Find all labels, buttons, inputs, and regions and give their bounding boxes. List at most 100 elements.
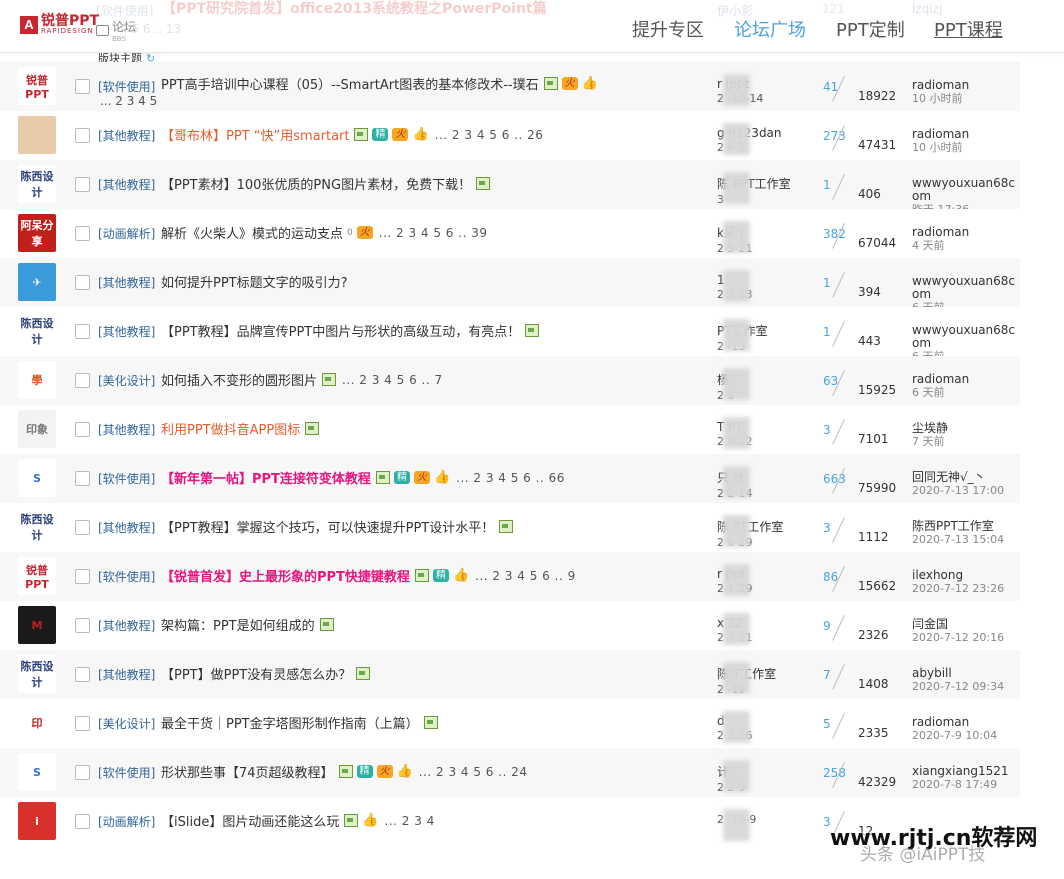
thread-checkbox[interactable] — [75, 471, 90, 486]
user-avatar[interactable]: 印 — [18, 704, 56, 742]
user-avatar[interactable]: 陈西设计 — [18, 655, 56, 693]
thread-category[interactable]: [其他教程] — [98, 666, 155, 683]
thread-title-link[interactable]: 【PPT教程】掌握这个技巧，可以快速提升PPT设计水平！ — [161, 517, 494, 536]
thread-category[interactable]: [其他教程] — [98, 421, 155, 438]
last-post-user[interactable]: radioman — [912, 715, 969, 729]
thread-title-link[interactable]: PPT高手培训中心课程（05）--SmartArt图表的基本修改术--璞石 — [161, 74, 539, 93]
thread-category[interactable]: [其他教程] — [98, 176, 155, 193]
thread-title-link[interactable]: 如何插入不变形的圆形图片 — [161, 370, 317, 389]
reply-count[interactable]: 7 — [823, 668, 831, 682]
last-post-time[interactable]: 10 小时前 — [912, 141, 1017, 154]
thread-category[interactable]: [美化设计] — [98, 372, 155, 389]
user-avatar[interactable]: i — [18, 802, 56, 840]
thread-title-link[interactable]: 解析《火柴人》模式的运动支点 — [161, 223, 343, 242]
nav-boost[interactable]: 提升专区 — [632, 16, 704, 42]
user-avatar[interactable]: 陈西设计 — [18, 312, 56, 350]
thread-title-link[interactable]: 【新年第一帖】PPT连接符变体教程 — [161, 468, 371, 487]
thread-title-link[interactable]: 架构篇：PPT是如何组成的 — [161, 615, 315, 634]
reply-count[interactable]: 5 — [823, 717, 831, 731]
last-post-time[interactable]: 2020-7-13 15:04 — [912, 533, 1017, 546]
thread-pagination[interactable]: ... 2 3 4 5 6 .. 39 — [379, 226, 488, 240]
last-post-user[interactable]: radioman — [912, 372, 969, 386]
thread-category[interactable]: [其他教程] — [98, 617, 155, 634]
last-post-time[interactable]: 10 小时前 — [912, 92, 1017, 105]
last-post-user[interactable]: xiangxiang1521 — [912, 764, 1009, 778]
thread-title-link[interactable]: 利用PPT做抖音APP图标 — [161, 419, 300, 438]
thread-title-link[interactable]: 如何提升PPT标题文字的吸引力? — [161, 272, 348, 291]
reply-count[interactable]: 1 — [823, 276, 831, 290]
thread-category[interactable]: [其他教程] — [98, 127, 155, 144]
thread-checkbox[interactable] — [75, 814, 90, 829]
last-post-user[interactable]: ilexhong — [912, 568, 963, 582]
user-avatar[interactable]: 锐普PPT — [18, 557, 56, 595]
thread-checkbox[interactable] — [75, 422, 90, 437]
user-avatar[interactable] — [18, 116, 56, 154]
last-post-user[interactable]: radioman — [912, 127, 969, 141]
thread-category[interactable]: [软件使用] — [98, 470, 155, 487]
user-avatar[interactable]: 阿呆分享 — [18, 214, 56, 252]
thread-title-link[interactable]: 【PPT】做PPT没有灵感怎么办？ — [161, 664, 351, 683]
user-avatar[interactable]: 锐普PPT — [18, 67, 56, 105]
reply-count[interactable]: 1 — [823, 325, 831, 339]
last-post-time[interactable]: 2020-7-12 20:16 — [912, 631, 1017, 644]
thread-checkbox[interactable] — [75, 128, 90, 143]
thread-category[interactable]: [动画解析] — [98, 225, 155, 242]
thread-checkbox[interactable] — [75, 324, 90, 339]
user-avatar[interactable]: 陈西设计 — [18, 508, 56, 546]
nav-forum-square[interactable]: 论坛广场 — [734, 16, 806, 42]
user-avatar[interactable]: ✈ — [18, 263, 56, 301]
last-post-user[interactable]: 闫金国 — [912, 617, 948, 631]
thread-pagination[interactable]: ... 2 3 4 5 6 .. 24 — [419, 765, 528, 779]
thread-category[interactable]: [软件使用] — [98, 78, 155, 95]
last-post-user[interactable]: wwwyouxuan68com — [912, 274, 1015, 301]
thread-category[interactable]: [其他教程] — [98, 519, 155, 536]
reply-count[interactable]: 3 — [823, 521, 831, 535]
thread-checkbox[interactable] — [75, 226, 90, 241]
thread-checkbox[interactable] — [75, 716, 90, 731]
thread-checkbox[interactable] — [75, 79, 90, 94]
thread-title-link[interactable]: 【PPT素材】100张优质的PNG图片素材，免费下载！ — [161, 174, 471, 193]
thread-title-link[interactable]: 【iSlide】图片动画还能这么玩 — [161, 811, 339, 830]
thread-category[interactable]: [其他教程] — [98, 323, 155, 340]
reply-count[interactable]: 3 — [823, 423, 831, 437]
thread-category[interactable]: [其他教程] — [98, 274, 155, 291]
last-post-user[interactable]: abybill — [912, 666, 952, 680]
thread-checkbox[interactable] — [75, 520, 90, 535]
thread-checkbox[interactable] — [75, 569, 90, 584]
user-avatar[interactable]: M — [18, 606, 56, 644]
thread-pagination[interactable]: ... 2 3 4 5 6 .. 7 — [342, 373, 443, 387]
thread-checkbox[interactable] — [75, 275, 90, 290]
last-post-user[interactable]: wwwyouxuan68com — [912, 323, 1015, 350]
thread-category[interactable]: [软件使用] — [98, 568, 155, 585]
last-post-user[interactable]: radioman — [912, 225, 969, 239]
last-post-time[interactable]: 2020-7-13 17:00 — [912, 484, 1017, 497]
thread-pagination[interactable]: ... 2 3 4 5 6 .. 9 — [475, 569, 576, 583]
last-post-time[interactable]: 2020-7-12 09:34 — [912, 680, 1017, 693]
thread-title-link[interactable]: 形状那些事【74页超级教程】 — [161, 762, 334, 781]
reply-count[interactable]: 9 — [823, 619, 831, 633]
thread-pagination[interactable]: ... 2 3 4 — [385, 814, 435, 828]
thread-pagination[interactable]: ... 2 3 4 5 — [100, 94, 157, 108]
user-avatar[interactable]: S — [18, 753, 56, 791]
thread-category[interactable]: [动画解析] — [98, 813, 155, 830]
user-avatar[interactable]: 陈西设计 — [18, 165, 56, 203]
last-post-time[interactable]: 2020-7-8 17:49 — [912, 778, 1017, 791]
thread-title-link[interactable]: 最全干货｜PPT金字塔图形制作指南（上篇） — [161, 713, 419, 732]
reply-count[interactable]: 1 — [823, 178, 831, 192]
thread-category[interactable]: [软件使用] — [98, 764, 155, 781]
last-post-time[interactable]: 4 天前 — [912, 239, 1017, 252]
thread-pagination[interactable]: ... 2 3 4 5 6 .. 26 — [435, 128, 544, 142]
last-post-time[interactable]: 7 天前 — [912, 435, 1017, 448]
last-post-time[interactable]: 2020-7-12 23:26 — [912, 582, 1017, 595]
thread-title-link[interactable]: 【锐普首发】史上最形象的PPT快捷键教程 — [161, 566, 410, 585]
thread-checkbox[interactable] — [75, 667, 90, 682]
last-post-user[interactable]: 陈西PPT工作室 — [912, 519, 994, 533]
user-avatar[interactable]: 學 — [18, 361, 56, 399]
thread-checkbox[interactable] — [75, 765, 90, 780]
nav-ppt-course[interactable]: PPT课程 — [934, 16, 1003, 42]
thread-checkbox[interactable] — [75, 618, 90, 633]
last-post-time[interactable]: 2020-7-9 10:04 — [912, 729, 1017, 742]
last-post-user[interactable]: radioman — [912, 78, 969, 92]
thread-checkbox[interactable] — [75, 373, 90, 388]
nav-ppt-custom[interactable]: PPT定制 — [836, 16, 905, 42]
